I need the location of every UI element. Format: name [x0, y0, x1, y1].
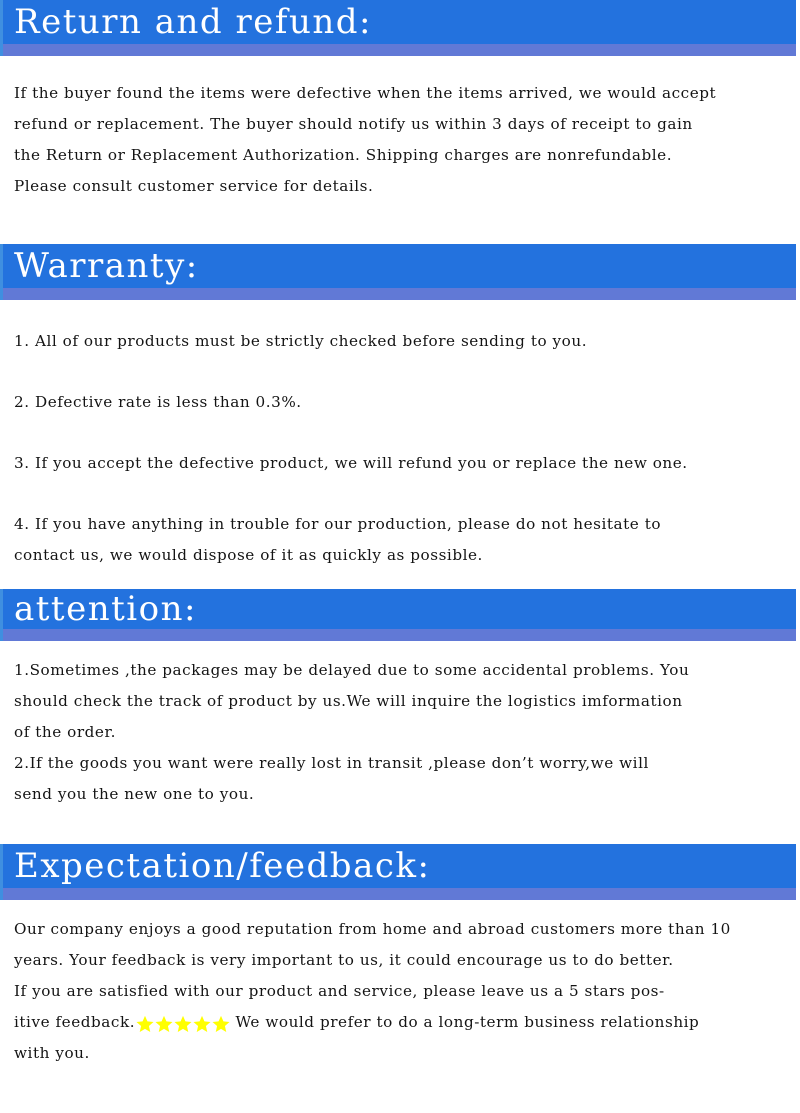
paragraph-line: with you. — [14, 1044, 90, 1062]
section-title-warranty: Warranty: — [14, 246, 199, 286]
header-bar-fill: Warranty: — [0, 244, 796, 288]
paragraph-line: If the buyer found the items were defect… — [14, 84, 717, 102]
section-header-expectation-feedback: Expectation/feedback: — [0, 844, 796, 900]
header-left-edge-accent — [0, 244, 3, 300]
section-header-attention: attention: — [0, 589, 796, 641]
paragraph-line: Please consult customer service for deta… — [14, 177, 374, 195]
star-icon — [212, 1015, 230, 1032]
header-left-edge-accent — [0, 0, 3, 56]
star-rating — [135, 1014, 230, 1034]
promo-policy-page: Return and refund: If the buyer found th… — [0, 0, 800, 1113]
star-icon — [136, 1015, 154, 1032]
header-bar-fill: Expectation/feedback: — [0, 844, 796, 888]
list-item: 4. If you have anything in trouble for o… — [14, 515, 662, 533]
section-title-expectation-feedback: Expectation/feedback: — [14, 846, 431, 886]
paragraph-line-with-rating: itive feedback. We would prefer to do a … — [14, 1007, 794, 1038]
paragraph-line: the Return or Replacement Authorization.… — [14, 146, 673, 164]
header-bar-fill: Return and refund: — [0, 0, 796, 44]
list-item: 2. Defective rate is less than 0.3%. — [14, 393, 302, 411]
section-title-attention: attention: — [14, 589, 197, 629]
list-item-continuation: send you the new one to you. — [14, 785, 255, 803]
section-header-return-and-refund: Return and refund: — [0, 0, 796, 56]
list-item: 2.If the goods you want were really lost… — [14, 754, 649, 772]
section-title-return-and-refund: Return and refund: — [14, 2, 372, 42]
section-body-warranty: 1. All of our products must be strictly … — [0, 326, 800, 571]
list-item-continuation: of the order. — [14, 723, 116, 741]
paragraph-line: Our company enjoys a good reputation fro… — [14, 920, 731, 938]
list-item: 1.Sometimes ,the packages may be delayed… — [14, 661, 690, 679]
list-item: 1. All of our products must be strictly … — [14, 332, 588, 350]
paragraph-line: If you are satisfied with our product an… — [14, 982, 665, 1000]
header-left-edge-accent — [0, 844, 3, 900]
paragraph-line: refund or replacement. The buyer should … — [14, 115, 693, 133]
header-left-edge-accent — [0, 589, 3, 641]
star-icon — [193, 1015, 211, 1032]
header-bottom-strip — [0, 44, 796, 56]
header-bottom-strip — [0, 629, 796, 641]
header-bar-fill: attention: — [0, 589, 796, 629]
list-item-continuation: should check the track of product by us.… — [14, 692, 683, 710]
section-body-attention: 1.Sometimes ,the packages may be delayed… — [0, 655, 800, 810]
star-icon — [155, 1015, 173, 1032]
header-bottom-strip — [0, 888, 796, 900]
section-body-return-and-refund: If the buyer found the items were defect… — [0, 78, 800, 202]
star-icon — [174, 1015, 192, 1032]
paragraph-line: years. Your feedback is very important t… — [14, 951, 674, 969]
section-body-expectation-feedback: Our company enjoys a good reputation fro… — [0, 914, 800, 1069]
header-bottom-strip — [0, 288, 796, 300]
text-before-stars: itive feedback. — [14, 1013, 136, 1031]
text-after-stars: We would prefer to do a long-term busine… — [230, 1013, 700, 1031]
section-header-warranty: Warranty: — [0, 244, 796, 300]
list-item-continuation: contact us, we would dispose of it as qu… — [14, 546, 483, 564]
list-item: 3. If you accept the defective product, … — [14, 454, 688, 472]
